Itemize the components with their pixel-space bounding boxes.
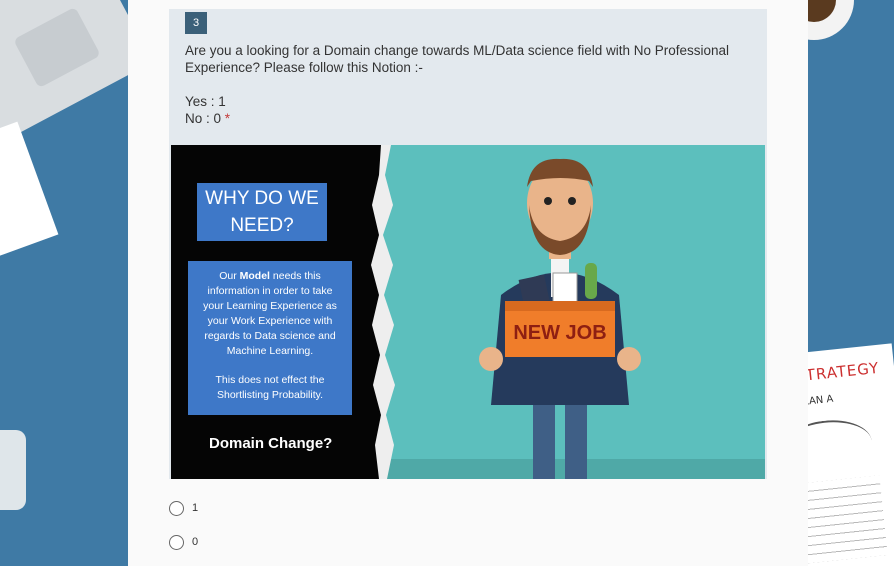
question-text: Are you a looking for a Domain change to…: [185, 43, 730, 75]
option-label: 0: [192, 536, 199, 548]
info-paragraph: Our Model needs this information in orde…: [196, 269, 344, 359]
info-text-bold: Model: [239, 270, 270, 282]
option-0[interactable]: 0: [169, 532, 198, 552]
question-card: 3 Are you a looking for a Domain change …: [169, 9, 767, 479]
background-bottle: [0, 430, 26, 510]
question-no-text: No : 0: [185, 111, 222, 126]
torn-paper-edge: [371, 145, 395, 479]
question-no-line: No : 0 *: [185, 111, 230, 126]
info-text-rest: needs this information in order to take …: [203, 270, 337, 357]
radio-button[interactable]: [169, 534, 184, 550]
option-1[interactable]: 1: [169, 498, 198, 518]
question-yes-line: Yes : 1: [185, 94, 226, 109]
man-with-box-illustration: NEW JOB: [479, 158, 641, 479]
info-note: This does not effect the Shortlisting Pr…: [215, 374, 325, 401]
background-paper: [0, 121, 59, 259]
required-asterisk: *: [224, 111, 231, 126]
why-do-we-need-heading: WHY DO WE NEED?: [197, 183, 327, 241]
form-panel: 3 Are you a looking for a Domain change …: [128, 0, 808, 566]
new-job-label: NEW JOB: [513, 322, 606, 344]
question-illustration: WHY DO WE NEED? Our Model needs this inf…: [171, 145, 765, 479]
option-label: 1: [192, 502, 199, 514]
info-box: Our Model needs this information in orde…: [188, 261, 352, 415]
question-number-badge: 3: [185, 12, 207, 34]
info-text-lead: Our: [219, 270, 240, 282]
domain-change-caption: Domain Change?: [209, 435, 333, 452]
radio-button[interactable]: [169, 500, 184, 516]
